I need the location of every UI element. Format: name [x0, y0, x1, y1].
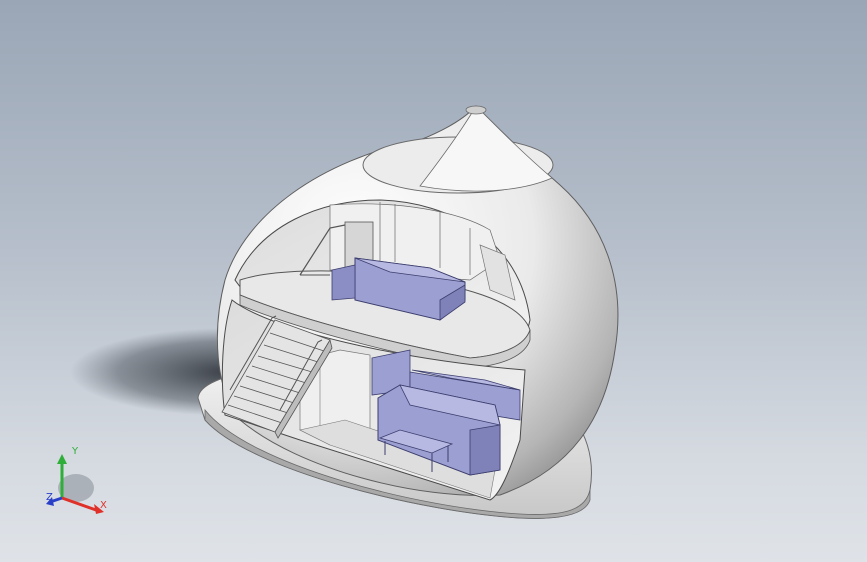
z-axis-label: Z [46, 492, 53, 503]
3d-model-dome-house[interactable] [0, 0, 867, 562]
graphics-viewport[interactable]: Y X Z [0, 0, 867, 562]
y-axis-label: Y [71, 446, 79, 457]
x-axis-label: X [100, 500, 107, 511]
view-orientation-triad[interactable]: Y X Z [38, 440, 118, 520]
y-axis-arrowhead [57, 454, 67, 464]
